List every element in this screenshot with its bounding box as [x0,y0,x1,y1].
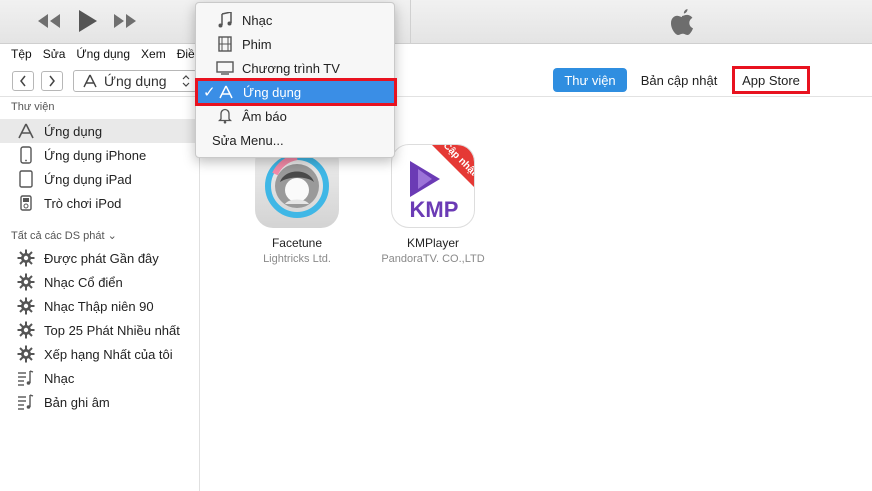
playlist-label: Được phát Gần đây [44,250,159,266]
chevron-left-icon [20,75,26,87]
playlist-item[interactable]: Bản ghi âm [0,390,199,414]
checkmark-icon: ✓ [203,84,216,101]
apps-icon [16,121,36,141]
film-icon [216,35,234,53]
app-developer: Lightricks Ltd. [263,253,331,265]
playlist-icon [16,368,36,388]
media-kind-select[interactable]: Ứng dụng [73,70,197,92]
menu-item-tones[interactable]: Âm báo [196,104,394,128]
sidebar-item-label: Ứng dụng iPad [44,171,132,187]
playlist-label: Xếp hạng Nhất của tôi [44,346,173,362]
menu-apps[interactable]: Ứng dụng [76,47,130,61]
chevron-updown-icon [182,75,190,87]
menu-bar: Tệp Sửa Ứng dụng Xem Điề [0,44,872,63]
playlist-item[interactable]: Nhạc Cổ điển [0,270,199,294]
menu-edit[interactable]: Sửa [43,47,66,61]
playlist-label: Nhạc Thập niên 90 [44,298,154,314]
sidebar-item-label: Ứng dụng iPhone [44,147,147,163]
playlist-item[interactable]: Được phát Gần đây [0,246,199,270]
sidebar-item-iphone-apps[interactable]: Ứng dụng iPhone [0,143,199,167]
sidebar-playlists-heading[interactable]: Tất cả các DS phát ⌄ [11,229,117,242]
menu-item-apps[interactable]: ✓ Ứng dụng [195,78,397,106]
sidebar-library-heading: Thư viện [11,101,55,113]
ipod-icon [16,193,36,213]
menu-item-edit-menu[interactable]: Sửa Menu... [196,128,394,152]
forward-button[interactable] [41,71,63,91]
gear-icon [16,248,36,268]
transport-controls [36,8,138,34]
sidebar: Thư viện Ứng dụng Ứng dụng iPhone Ứng dụ… [0,97,200,491]
media-kind-menu: Nhạc Phim Chương trình TV ✓ Ứng dụng Âm … [195,2,397,158]
menu-file[interactable]: Tệp [11,47,32,61]
media-kind-label: Ứng dụng [104,73,167,89]
playlist-item[interactable]: Top 25 Phát Nhiều nhất [0,318,199,342]
play-icon[interactable] [76,8,98,34]
gear-icon [16,296,36,316]
sidebar-item-ipad-apps[interactable]: Ứng dụng iPad [0,167,199,191]
playlist-label: Bản ghi âm [44,394,110,410]
tab-updates[interactable]: Bản cập nhật [633,68,725,92]
playlist-item[interactable]: Nhạc Thập niên 90 [0,294,199,318]
menu-item-label: Ứng dụng [243,84,302,100]
sidebar-item-apps[interactable]: Ứng dụng [0,119,199,143]
playlist-icon [16,392,36,412]
kmp-logo-text: KMP [410,197,459,222]
back-button[interactable] [12,71,34,91]
playlist-label: Nhạc [44,370,75,386]
sidebar-item-ipod-games[interactable]: Trò chơi iPod [0,191,199,215]
menu-item-label: Nhạc [242,12,273,28]
playlist-label: Top 25 Phát Nhiều nhất [44,322,180,338]
ipad-icon [16,169,36,189]
menu-item-tv-shows[interactable]: Chương trình TV [196,56,394,80]
gear-icon [16,344,36,364]
rewind-icon[interactable] [36,12,62,30]
apple-logo-icon [671,9,693,35]
music-note-icon [216,11,234,29]
tab-app-store[interactable]: App Store [732,66,810,94]
app-tile-kmplayer[interactable]: KMP Cập nhật KMPlayer PandoraTV. CO.,LTD [372,144,494,265]
player-toolbar [0,0,872,44]
app-name: Facetune [271,236,323,250]
fast-forward-icon[interactable] [112,12,138,30]
sidebar-item-label: Trò chơi iPod [44,195,122,211]
kmplayer-app-icon: KMP Cập nhật [391,144,475,228]
menu-item-music[interactable]: Nhạc [196,8,394,32]
app-name: KMPlayer [406,236,459,250]
menu-view[interactable]: Xem [141,47,166,61]
menu-controls[interactable]: Điề [177,47,195,61]
tab-library[interactable]: Thư viện [553,68,627,92]
playlist-item[interactable]: Xếp hạng Nhất của tôi [0,342,199,366]
iphone-icon [16,145,36,165]
chevron-right-icon [49,75,55,87]
menu-item-label: Sửa Menu... [212,132,284,148]
menu-item-label: Âm báo [242,108,287,124]
menu-item-label: Chương trình TV [242,60,340,76]
app-tile-facetune[interactable]: Facetune Lightricks Ltd. [241,144,353,265]
gear-icon [16,272,36,292]
menu-item-movies[interactable]: Phim [196,32,394,56]
apps-icon [83,74,97,88]
app-developer: PandoraTV. CO.,LTD [381,253,485,265]
sidebar-item-label: Ứng dụng [44,123,103,139]
bell-icon [216,107,234,125]
gear-icon [16,320,36,340]
playlist-item[interactable]: Nhạc [0,366,199,390]
menu-item-label: Phim [242,36,272,52]
status-display [410,0,872,44]
playlist-label: Nhạc Cổ điển [44,274,123,290]
apps-icon [217,83,235,101]
tv-icon [216,59,234,77]
